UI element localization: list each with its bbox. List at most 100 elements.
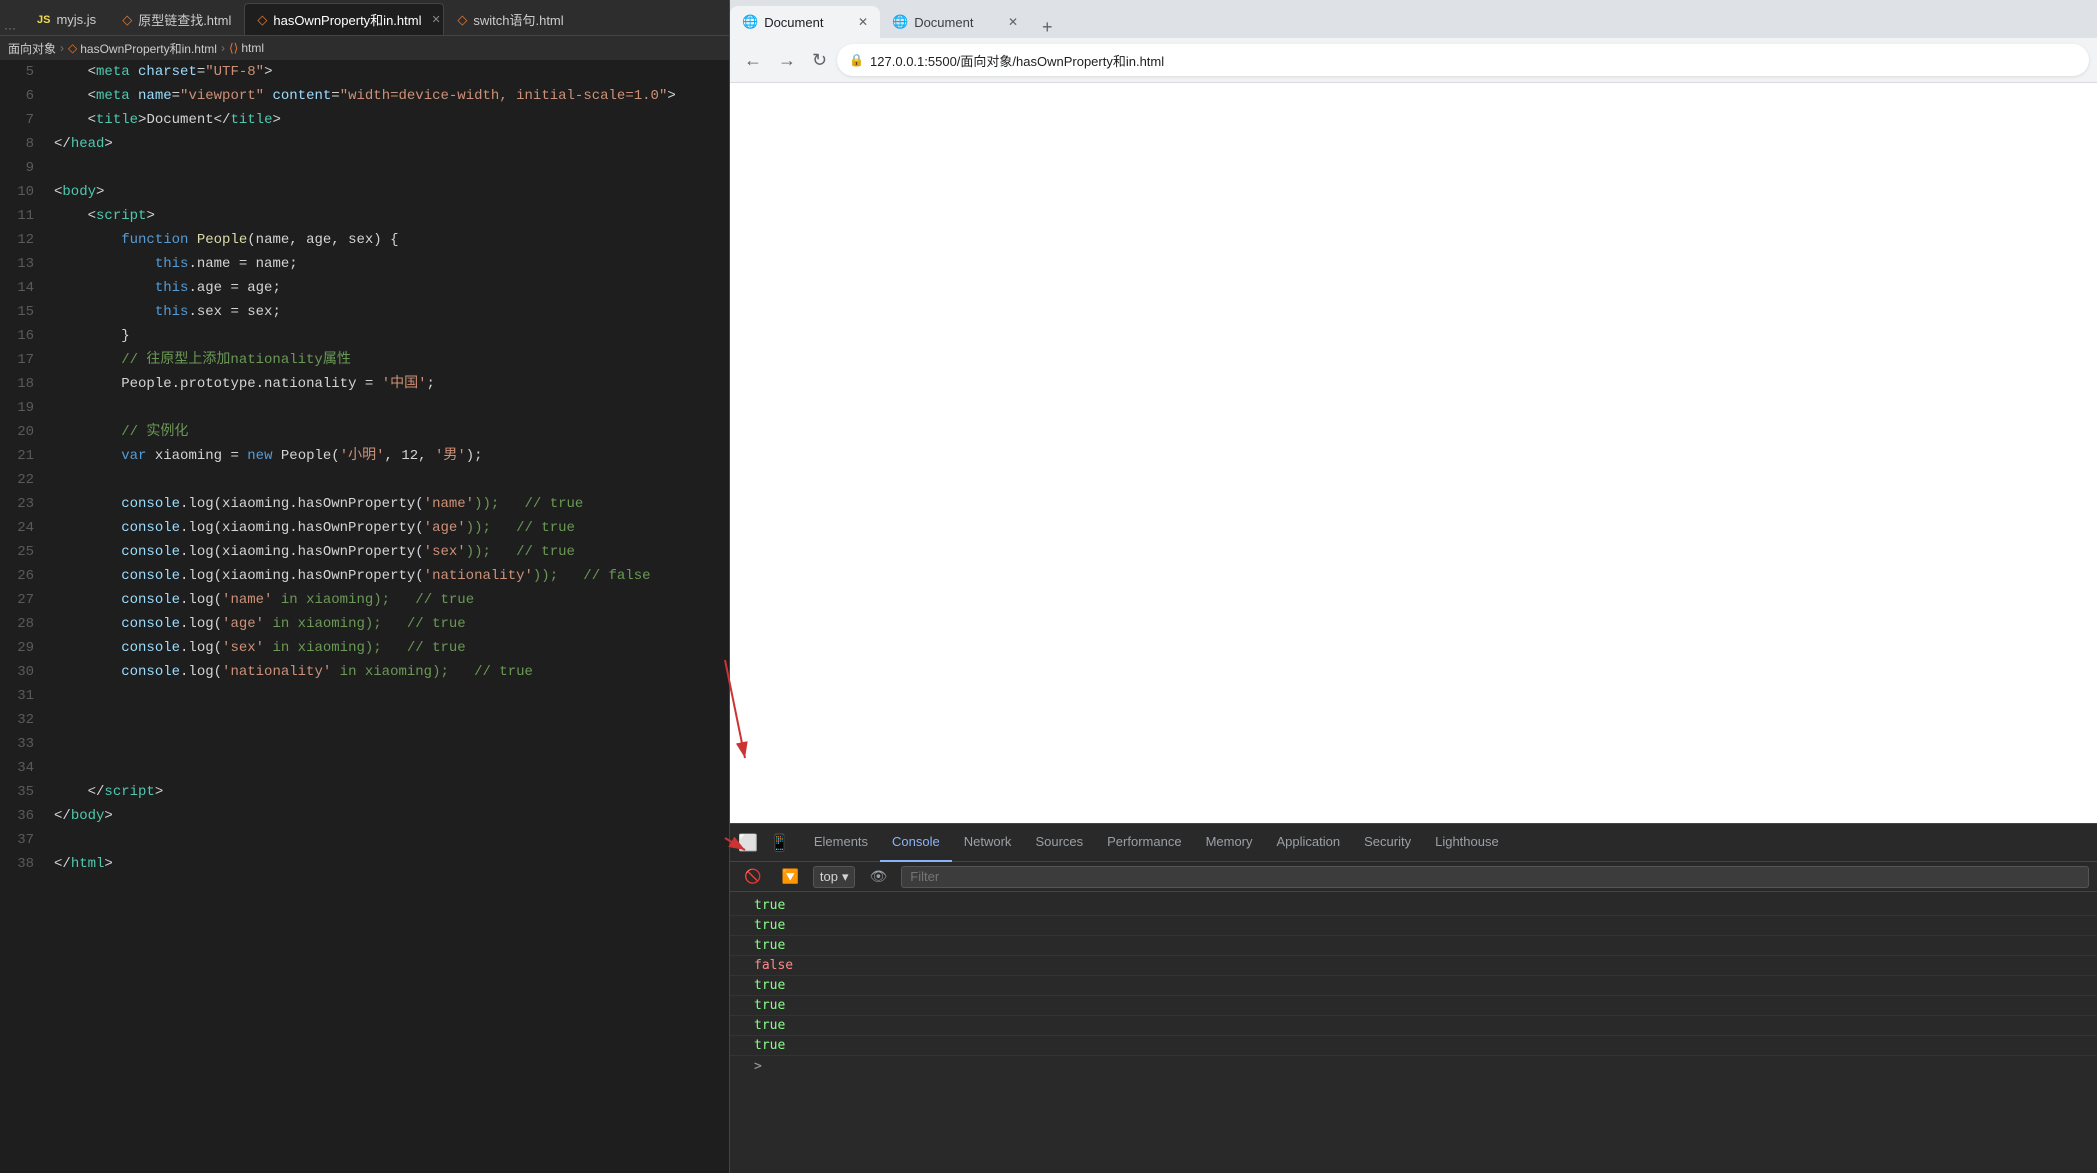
code-line: 25 console.log(xiaoming.hasOwnProperty('… [0,540,729,564]
line-content[interactable] [50,468,729,492]
line-content[interactable]: </head> [50,132,729,156]
code-line: 26 console.log(xiaoming.hasOwnProperty('… [0,564,729,588]
line-content[interactable]: this.sex = sex; [50,300,729,324]
browser-tab-doc2[interactable]: 🌐 Document ✕ [880,6,1030,38]
console-prompt-line[interactable]: > [730,1056,2097,1076]
breadcrumb-root[interactable]: 面向对象 [8,40,56,57]
line-number: 19 [0,396,50,420]
line-content[interactable] [50,396,729,420]
line-number: 29 [0,636,50,660]
editor-menu-btn[interactable]: ··· [4,21,24,35]
line-number: 6 [0,84,50,108]
line-content[interactable]: </html> [50,852,729,876]
line-content[interactable]: // 实例化 [50,420,729,444]
browser-tab-globe2-icon: 🌐 [892,14,908,30]
line-content[interactable]: </script> [50,780,729,804]
code-line: 35 </script> [0,780,729,804]
devtools-tab-security[interactable]: Security [1352,824,1423,862]
line-content[interactable]: <title>Document</title> [50,108,729,132]
breadcrumb-file[interactable]: ◇ hasOwnProperty和in.html [68,40,217,57]
line-number: 23 [0,492,50,516]
browser-address-text: 127.0.0.1:5500/面向对象/hasOwnProperty和in.ht… [870,51,1164,70]
console-filter-input[interactable] [901,866,2089,888]
line-content[interactable]: // 往原型上添加nationality属性 [50,348,729,372]
line-content[interactable]: console.log(xiaoming.hasOwnProperty('age… [50,516,729,540]
code-line: 6 <meta name="viewport" content="width=d… [0,84,729,108]
line-content[interactable]: </body> [50,804,729,828]
devtools-tab-console[interactable]: Console [880,824,952,862]
devtools-tab-performance[interactable]: Performance [1095,824,1193,862]
line-content[interactable]: this.age = age; [50,276,729,300]
browser-forward-button[interactable]: → [772,44,802,77]
code-line: 11 <script> [0,204,729,228]
browser-tab-doc1[interactable]: 🌐 Document ✕ [730,6,880,38]
line-content[interactable]: People.prototype.nationality = '中国'; [50,372,729,396]
browser-new-tab-button[interactable]: + [1030,17,1065,38]
code-line: 10<body> [0,180,729,204]
line-content[interactable] [50,684,729,708]
editor-tab-prototype[interactable]: ◇ 原型链查找.html [109,3,244,35]
line-content[interactable]: console.log('sex' in xiaoming); // true [50,636,729,660]
editor-tab-myjs-label: myjs.js [56,12,96,27]
devtools-tab-elements[interactable]: Elements [802,824,880,862]
line-content[interactable] [50,756,729,780]
console-value: true [754,898,785,913]
editor-tab-hasown[interactable]: ◇ hasOwnProperty和in.html ✕ [244,3,444,35]
browser-content-area [730,83,2097,823]
line-content[interactable]: var xiaoming = new People('小明', 12, '男')… [50,444,729,468]
editor-tab-switch[interactable]: ◇ switch语句.html [444,3,576,35]
line-content[interactable]: <meta name="viewport" content="width=dev… [50,84,729,108]
lock-icon: 🔒 [849,53,864,67]
devtools-tab-memory[interactable]: Memory [1194,824,1265,862]
devtools-tab-application[interactable]: Application [1265,824,1353,862]
line-content[interactable]: console.log('age' in xiaoming); // true [50,612,729,636]
code-line: 20 // 实例化 [0,420,729,444]
line-number: 16 [0,324,50,348]
devtools-tab-sources[interactable]: Sources [1023,824,1095,862]
devtools-tab-network[interactable]: Network [952,824,1024,862]
browser-address-bar[interactable]: 🔒 127.0.0.1:5500/面向对象/hasOwnProperty和in.… [837,44,2089,76]
editor-tab-hasown-close[interactable]: ✕ [431,13,440,26]
browser-tab-doc1-close[interactable]: ✕ [858,15,868,29]
line-content[interactable]: this.name = name; [50,252,729,276]
code-editor[interactable]: 5 <meta charset="UTF-8">6 <meta name="vi… [0,60,729,1173]
line-content[interactable]: console.log(xiaoming.hasOwnProperty('sex… [50,540,729,564]
line-number: 12 [0,228,50,252]
browser-tab-doc2-close[interactable]: ✕ [1008,15,1018,29]
code-line: 8</head> [0,132,729,156]
line-content[interactable]: console.log('nationality' in xiaoming); … [50,660,729,684]
line-content[interactable] [50,828,729,852]
line-content[interactable]: console.log(xiaoming.hasOwnProperty('nam… [50,492,729,516]
line-content[interactable]: function People(name, age, sex) { [50,228,729,252]
devtools-inspect-button[interactable]: ⬜ [734,829,762,857]
line-content[interactable]: <meta charset="UTF-8"> [50,60,729,84]
line-content[interactable]: console.log('name' in xiaoming); // true [50,588,729,612]
breadcrumb-section[interactable]: ⟨⟩ html [229,41,264,55]
line-content[interactable] [50,708,729,732]
console-top-label: top [820,869,838,884]
console-eye-button[interactable]: 👁 [863,866,893,887]
line-content[interactable]: <body> [50,180,729,204]
line-content[interactable] [50,156,729,180]
console-clear-button[interactable]: 🚫 [738,866,767,887]
browser-tab-globe-icon: 🌐 [742,14,758,30]
line-number: 27 [0,588,50,612]
line-content[interactable]: <script> [50,204,729,228]
console-context-selector[interactable]: top ▾ [813,866,856,888]
line-content[interactable]: console.log(xiaoming.hasOwnProperty('nat… [50,564,729,588]
code-line: 23 console.log(xiaoming.hasOwnProperty('… [0,492,729,516]
editor-tab-myjs[interactable]: JS myjs.js [24,3,109,35]
line-number: 36 [0,804,50,828]
browser-back-button[interactable]: ← [738,44,768,77]
browser-refresh-button[interactable]: ↻ [806,44,833,77]
devtools-tab-lighthouse[interactable]: Lighthouse [1423,824,1511,862]
breadcrumb-file-icon: ◇ [68,41,77,55]
line-number: 33 [0,732,50,756]
console-filter-button[interactable]: 🔽 [775,866,804,887]
line-content[interactable]: } [50,324,729,348]
devtools-device-button[interactable]: 📱 [766,829,794,857]
line-content[interactable] [50,732,729,756]
line-number: 21 [0,444,50,468]
code-line: 13 this.name = name; [0,252,729,276]
line-number: 17 [0,348,50,372]
